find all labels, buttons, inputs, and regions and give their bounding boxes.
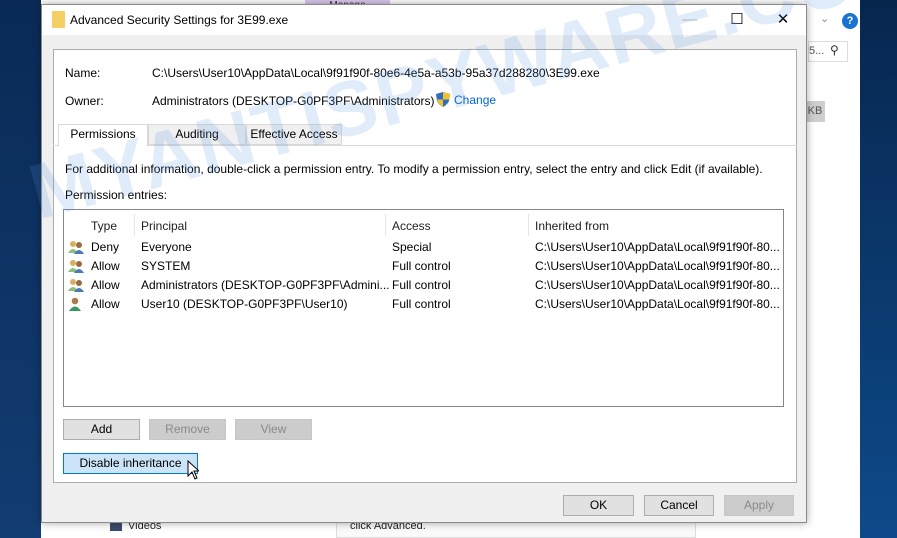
cell-inherited: C:\Users\User10\AppData\Local\9f91f90f-8… [535,297,780,311]
view-button[interactable]: View [235,419,312,440]
disable-inheritance-button[interactable]: Disable inheritance [63,453,198,474]
ok-button[interactable]: OK [563,495,634,516]
name-value: C:\Users\User10\AppData\Local\9f91f90f-8… [152,66,600,80]
file-size-cell: KB [805,101,825,122]
cell-principal: User10 (DESKTOP-G0PF3PF\User10) [141,297,348,311]
cell-principal: Administrators (DESKTOP-G0PF3PF\Admini..… [141,278,390,292]
column-separator[interactable] [385,214,386,236]
cell-principal: Everyone [141,240,192,254]
cell-inherited: C:\Users\User10\AppData\Local\9f91f90f-8… [535,240,780,254]
permission-entries-list[interactable]: Type Principal Access Inherited from Den… [63,209,784,407]
folder-icon [52,11,65,28]
column-separator[interactable] [134,214,135,236]
cell-inherited: C:\Users\User10\AppData\Local\9f91f90f-8… [535,259,780,273]
permission-entry-row[interactable]: Deny Everyone Special C:\Users\User10\AppDa… [64,238,783,257]
group-users-icon [68,259,84,273]
desktop-background-right [860,0,897,538]
cancel-button[interactable]: Cancel [644,495,714,516]
tab-permissions[interactable]: Permissions [58,124,148,146]
column-separator[interactable] [528,214,529,236]
column-header-principal[interactable]: Principal [141,219,187,233]
column-header-type[interactable]: Type [91,219,117,233]
name-label: Name: [65,66,101,80]
tab-effective-access[interactable]: Effective Access [246,124,342,145]
dialog-title: Advanced Security Settings for 3E99.exe [70,13,289,27]
permission-entry-row[interactable]: Allow User10 (DESKTOP-G0PF3PF\User10) Full… [64,295,783,314]
ribbon-expand-chevron-icon[interactable]: ⌄ [820,12,829,25]
advanced-security-dialog: Advanced Security Settings for 3E99.exe … [41,4,807,523]
owner-value: Administrators (DESKTOP-G0PF3PF\Administ… [152,94,435,108]
group-users-icon [68,240,84,254]
close-icon[interactable]: ✕ [760,5,806,35]
search-icon[interactable]: ⚲ [830,43,839,57]
cell-type: Allow [91,278,120,292]
uac-shield-icon [436,92,450,107]
cell-type: Deny [91,240,120,254]
cell-access: Special [392,240,432,254]
change-owner-link[interactable]: Change [454,93,496,107]
owner-label: Owner: [65,94,104,108]
add-button[interactable]: Add [63,419,140,440]
cell-access: Full control [392,297,451,311]
tab-divider [53,145,797,146]
cell-access: Full control [392,259,451,273]
explorer-search-input[interactable]: 5... [808,41,848,62]
cell-inherited: C:\Users\User10\AppData\Local\9f91f90f-8… [535,278,780,292]
column-header-access[interactable]: Access [392,219,431,233]
column-header-inherited-from[interactable]: Inherited from [535,219,609,233]
apply-button[interactable]: Apply [724,495,794,516]
help-icon[interactable]: ? [842,13,858,29]
mouse-cursor-icon [187,460,199,480]
remove-button[interactable]: Remove [149,419,226,440]
group-users-icon [68,278,84,292]
info-text: For additional information, double-click… [65,162,763,176]
permission-entry-row[interactable]: Allow SYSTEM Full control C:\Users\User10\A… [64,257,783,276]
permission-entry-row[interactable]: Allow Administrators (DESKTOP-G0PF3PF\Adm… [64,276,783,295]
desktop-background [0,0,41,538]
cell-principal: SYSTEM [141,259,191,273]
user-icon [68,297,84,311]
cell-access: Full control [392,278,451,292]
cell-type: Allow [91,259,120,273]
minimize-icon[interactable]: — [667,5,713,35]
maximize-icon[interactable]: ☐ [714,5,760,35]
permission-entries-label: Permission entries: [65,188,168,202]
title-bar[interactable]: Advanced Security Settings for 3E99.exe … [42,5,806,35]
cell-type: Allow [91,297,120,311]
tab-auditing[interactable]: Auditing [148,124,246,145]
